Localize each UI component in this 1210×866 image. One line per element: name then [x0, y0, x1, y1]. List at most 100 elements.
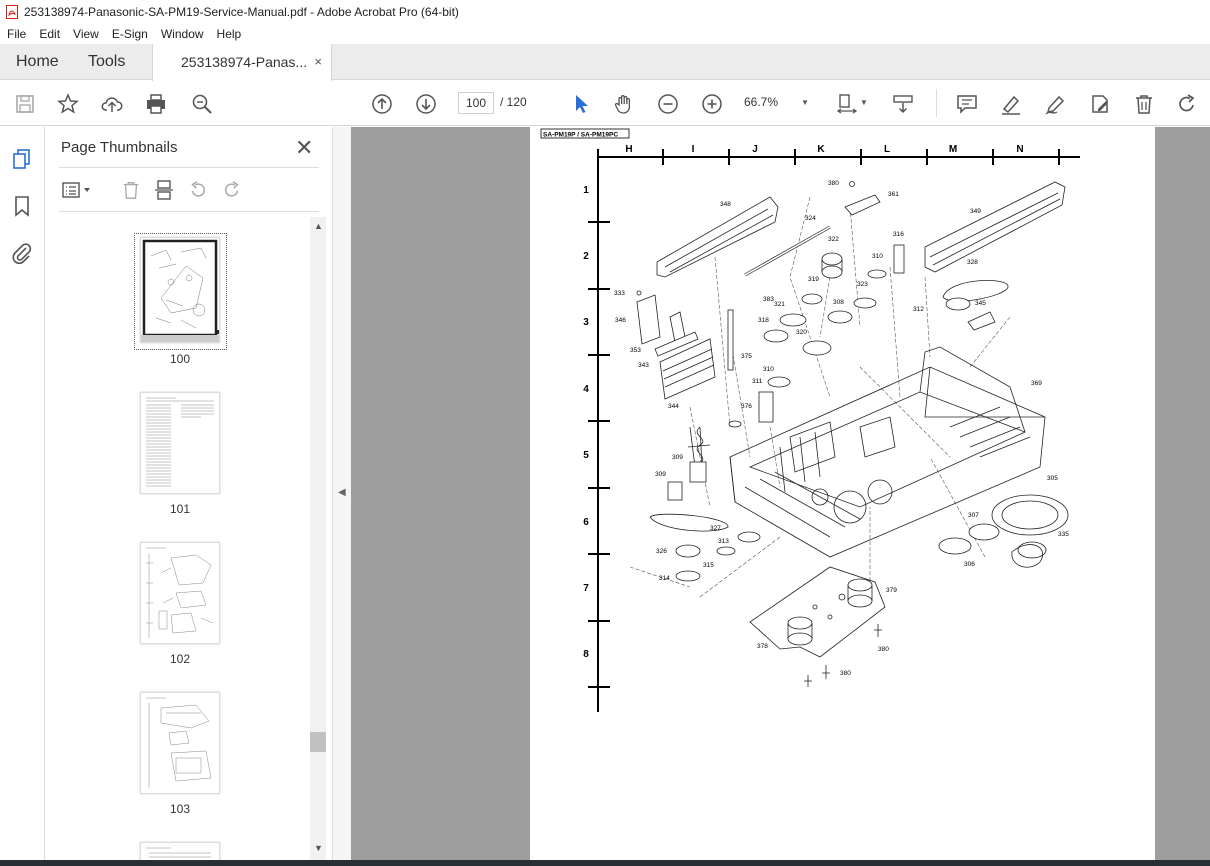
thumbnail-page-100[interactable] — [140, 237, 221, 343]
tab-home[interactable]: Home — [16, 44, 59, 80]
document-viewport[interactable]: SA-PM19P / SA-PM19PC H I J K L M N 1 2 3 — [351, 127, 1210, 860]
part-label: 361 — [888, 191, 899, 198]
panel-close-icon[interactable]: ✕ — [295, 135, 313, 161]
menu-window[interactable]: Window — [161, 27, 204, 41]
tab-bar: Home Tools 253138974-Panas... × — [0, 44, 1210, 81]
edit-document-icon[interactable] — [1087, 91, 1113, 117]
thumbnail-scrollbar[interactable] — [310, 217, 326, 860]
part-label: 326 — [656, 548, 667, 555]
part-label: 312 — [913, 306, 924, 313]
collapse-panel-arrow-icon[interactable]: ◀ — [338, 487, 346, 498]
page-thumbnails-panel: Page Thumbnails ✕ 100 101 102 103 ▲ ▼ — [45, 127, 332, 860]
next-page-icon[interactable] — [413, 91, 439, 117]
zoom-search-icon[interactable] — [189, 91, 215, 117]
taskbar-strip — [0, 860, 1210, 866]
scroll-up-arrow-icon[interactable]: ▲ — [314, 221, 323, 231]
part-label: 311 — [752, 378, 763, 385]
page-fit-icon[interactable] — [834, 91, 860, 117]
part-label: 376 — [741, 403, 752, 410]
zoom-dropdown-caret-icon[interactable]: ▼ — [801, 98, 809, 107]
part-label: 348 — [720, 201, 731, 208]
close-tab-icon[interactable]: × — [314, 44, 322, 80]
thumbnail-page-101[interactable] — [140, 392, 220, 494]
part-label: 344 — [668, 403, 679, 410]
attachments-paperclip-icon[interactable] — [10, 241, 34, 265]
zoom-out-icon[interactable] — [655, 91, 681, 117]
tab-tools[interactable]: Tools — [88, 44, 125, 80]
part-label: 307 — [968, 512, 979, 519]
part-label: 313 — [718, 538, 729, 545]
comment-icon[interactable] — [954, 91, 980, 117]
panel-splitter[interactable]: ◀ — [332, 127, 351, 860]
page-total: / 120 — [500, 95, 527, 109]
part-label: 335 — [1058, 531, 1069, 538]
bookmarks-icon[interactable] — [10, 194, 34, 218]
redo-rotate-icon[interactable] — [1174, 91, 1200, 117]
window-title: 253138974-Panasonic-SA-PM19-Service-Manu… — [24, 5, 459, 19]
page-number-input[interactable]: 100 — [458, 92, 494, 114]
scroll-mode-icon[interactable] — [890, 91, 916, 117]
part-label: 309 — [655, 471, 666, 478]
menu-edit[interactable]: Edit — [39, 27, 60, 41]
highlight-pen-icon[interactable] — [998, 91, 1024, 117]
delete-trash-icon[interactable] — [1131, 91, 1157, 117]
left-navigation-rail — [0, 127, 45, 866]
part-label: 322 — [828, 236, 839, 243]
scrollbar-thumb[interactable] — [310, 732, 326, 752]
part-label: 305 — [1047, 475, 1058, 482]
grid-row-label: 3 — [583, 317, 589, 328]
thumbnail-page-next[interactable] — [140, 842, 220, 860]
panel-divider — [59, 211, 319, 212]
zoom-level-select[interactable]: 66.7% — [744, 95, 778, 109]
page-fit-caret-icon[interactable]: ▼ — [860, 98, 868, 107]
part-label: 308 — [833, 299, 844, 306]
save-icon[interactable] — [12, 91, 38, 117]
grid-row-label: 1 — [583, 185, 589, 196]
thumbnail-list[interactable]: 100 101 102 103 — [45, 217, 332, 860]
sign-pen-icon[interactable] — [1042, 91, 1068, 117]
rotate-counterclockwise-icon[interactable] — [186, 179, 210, 201]
zoom-in-icon[interactable] — [699, 91, 725, 117]
thumbnail-page-103[interactable] — [140, 692, 220, 794]
thumbnail-options-icon[interactable] — [59, 179, 95, 201]
menu-view[interactable]: View — [73, 27, 99, 41]
hand-tool-icon[interactable] — [611, 91, 637, 117]
scroll-down-arrow-icon[interactable]: ▼ — [314, 843, 323, 853]
part-label: 323 — [857, 281, 868, 288]
part-label: 310 — [763, 366, 774, 373]
menu-file[interactable]: File — [7, 27, 26, 41]
part-label: 324 — [805, 215, 816, 222]
part-label: 378 — [757, 643, 768, 650]
delete-page-icon[interactable] — [119, 179, 143, 201]
exploded-view-diagram: SA-PM19P / SA-PM19PC H I J K L M N 1 2 3 — [540, 128, 1080, 712]
print-icon[interactable] — [143, 91, 169, 117]
part-label: 310 — [872, 253, 883, 260]
part-label: 327 — [710, 525, 721, 532]
menu-esign[interactable]: E-Sign — [112, 27, 148, 41]
menu-help[interactable]: Help — [217, 27, 242, 41]
thumbnail-page-102[interactable] — [140, 542, 220, 644]
part-label: 309 — [672, 454, 683, 461]
thumbnail-label: 101 — [169, 502, 191, 516]
upload-cloud-icon[interactable] — [99, 91, 125, 117]
menu-bar: File Edit View E-Sign Window Help — [0, 24, 1210, 44]
part-label: 314 — [659, 575, 670, 582]
part-label: 369 — [1031, 380, 1042, 387]
part-label: 353 — [630, 347, 641, 354]
insert-pages-icon[interactable] — [152, 179, 176, 201]
grid-column-label: M — [949, 144, 957, 155]
part-label: 321 — [774, 301, 785, 308]
part-label: 343 — [638, 362, 649, 369]
part-label: 379 — [886, 587, 897, 594]
main-toolbar: 100 / 120 66.7% ▼ ▼ — [0, 81, 1210, 126]
select-pointer-icon[interactable] — [568, 91, 594, 117]
thumbnail-label: 100 — [169, 352, 191, 366]
previous-page-icon[interactable] — [369, 91, 395, 117]
part-label: 349 — [970, 208, 981, 215]
rotate-clockwise-icon[interactable] — [220, 179, 244, 201]
model-header-tag: SA-PM19P / SA-PM19PC — [543, 132, 618, 139]
tab-document[interactable]: 253138974-Panas... × — [152, 44, 332, 81]
bookmark-star-icon[interactable] — [55, 91, 81, 117]
thumbnail-label: 103 — [169, 802, 191, 816]
page-thumbnails-icon[interactable] — [10, 147, 34, 171]
